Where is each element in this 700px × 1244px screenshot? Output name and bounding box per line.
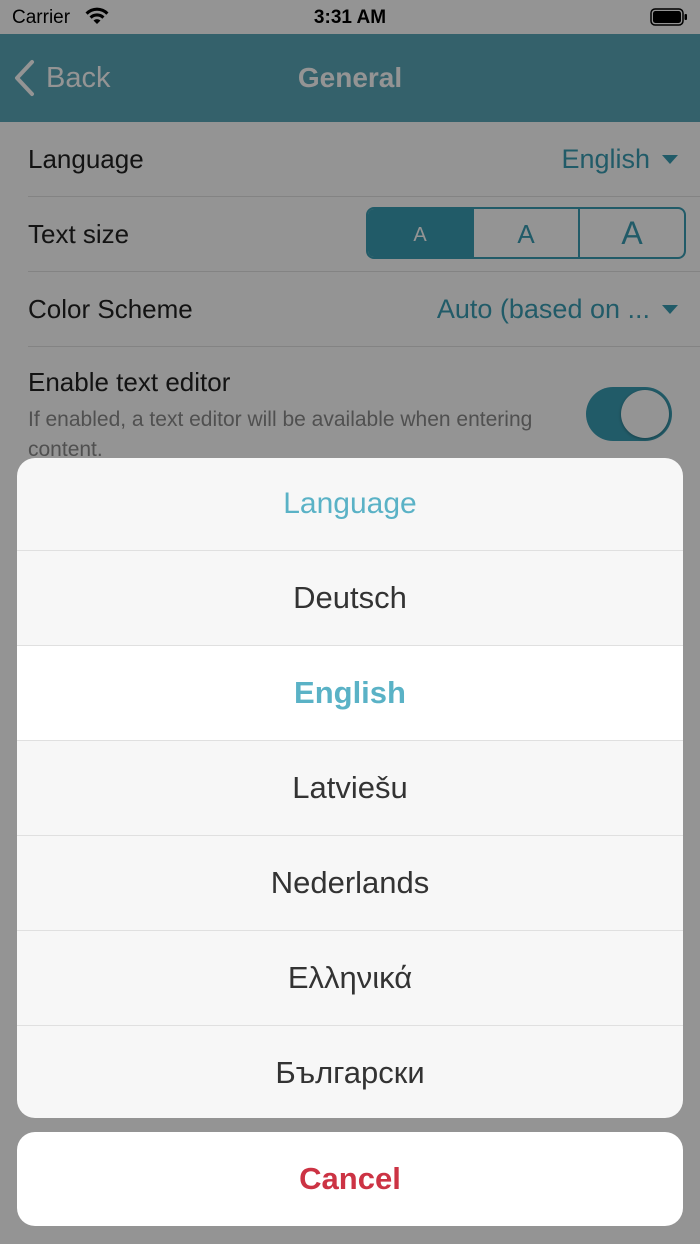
action-sheet-title: Language xyxy=(17,458,683,551)
language-option-balgarski[interactable]: Български xyxy=(17,1026,683,1118)
language-option-deutsch[interactable]: Deutsch xyxy=(17,551,683,646)
language-option-ellinika[interactable]: Ελληνικά xyxy=(17,931,683,1026)
cancel-button[interactable]: Cancel xyxy=(17,1132,683,1226)
language-option-english[interactable]: English xyxy=(17,646,683,741)
language-option-nederlands[interactable]: Nederlands xyxy=(17,836,683,931)
language-option-latviesu[interactable]: Latviešu xyxy=(17,741,683,836)
language-action-sheet: Language Deutsch English Latviešu Nederl… xyxy=(17,458,683,1118)
